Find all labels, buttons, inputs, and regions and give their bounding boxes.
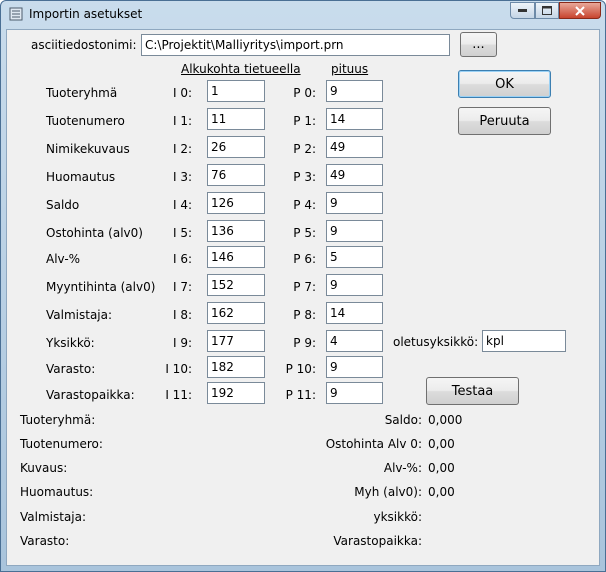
preview-value: 0,00 (428, 461, 455, 475)
length-index-label: P 11: (285, 388, 316, 402)
preview-label: Myh (alv0): (354, 485, 422, 499)
field-name-label: Saldo (46, 198, 80, 212)
length-index-label: P 10: (285, 362, 316, 376)
start-index-label: I 11: (165, 388, 192, 402)
preview-label: Ostohinta Alv 0: (325, 437, 422, 451)
preview-value: 0,000 (428, 413, 463, 427)
preview-label: Tuotenumero: (20, 437, 103, 451)
field-name-label: Nimikekuvaus (46, 142, 130, 156)
start-position-input[interactable] (207, 164, 265, 186)
start-index-label: I 9: (172, 336, 192, 350)
length-index-label: P 2: (293, 142, 316, 156)
length-input[interactable] (326, 108, 383, 130)
start-position-input[interactable] (207, 356, 265, 378)
start-position-input[interactable] (207, 382, 265, 404)
field-name-label: Yksikkö: (46, 336, 95, 350)
field-name-label: Myyntihinta (alv0) (46, 280, 156, 294)
field-name-label: Huomautus (46, 170, 116, 184)
length-input[interactable] (326, 80, 383, 102)
length-input[interactable] (326, 330, 383, 352)
start-position-input[interactable] (207, 246, 265, 268)
field-name-label: Alv-% (46, 252, 81, 266)
preview-label: yksikkö: (373, 510, 423, 524)
length-input[interactable] (326, 246, 383, 268)
start-position-input[interactable] (207, 80, 265, 102)
length-input[interactable] (326, 220, 383, 242)
ok-button[interactable]: OK (458, 70, 551, 98)
minimize-button[interactable] (510, 2, 535, 19)
length-index-label: P 4: (293, 198, 316, 212)
preview-label: Alv-%: (383, 461, 422, 475)
preview-value: 0,00 (428, 485, 455, 499)
start-index-label: I 1: (172, 114, 192, 128)
preview-label: Varasto: (20, 534, 70, 548)
length-index-label: P 8: (293, 308, 316, 322)
start-index-label: I 4: (172, 198, 192, 212)
field-name-label: Ostohinta (alv0) (46, 226, 143, 240)
preview-value: 0,00 (428, 437, 455, 451)
field-name-label: Valmistaja: (46, 308, 113, 322)
length-index-label: P 9: (293, 336, 316, 350)
field-name-label: Varasto: (46, 362, 96, 376)
start-position-input[interactable] (207, 192, 265, 214)
start-position-input[interactable] (207, 274, 265, 296)
length-index-label: P 3: (293, 170, 316, 184)
preview-label: Tuoteryhmä: (20, 413, 96, 427)
file-label: asciitiedostonimi: (31, 38, 137, 52)
preview-label: Varastopaikka: (333, 534, 422, 548)
default-unit-label: oletusyksikkö: (393, 335, 479, 349)
length-input[interactable] (326, 274, 383, 296)
length-index-label: P 7: (293, 280, 316, 294)
start-index-label: I 8: (172, 308, 192, 322)
length-index-label: P 6: (293, 252, 316, 266)
preview-label: Saldo: (384, 413, 422, 427)
start-index-label: I 2: (172, 142, 192, 156)
maximize-icon (542, 6, 552, 15)
length-input[interactable] (326, 356, 383, 378)
start-position-input[interactable] (207, 302, 265, 324)
start-index-label: I 6: (172, 252, 192, 266)
length-input[interactable] (326, 164, 383, 186)
length-index-label: P 0: (293, 86, 316, 100)
maximize-button[interactable] (535, 2, 559, 19)
close-icon (575, 5, 585, 16)
file-path-input[interactable] (141, 34, 450, 56)
preview-label: Kuvaus: (20, 461, 68, 475)
window-title: Importin asetukset (29, 7, 143, 21)
length-index-label: P 5: (293, 226, 316, 240)
test-button[interactable]: Testaa (426, 377, 519, 405)
length-column-header: pituus (331, 62, 369, 76)
default-unit-input[interactable] (482, 330, 566, 352)
title-bar[interactable]: Importin asetukset (1, 1, 605, 29)
start-position-input[interactable] (207, 136, 265, 158)
length-input[interactable] (326, 382, 383, 404)
preview-label: Huomautus: (20, 485, 94, 499)
length-input[interactable] (326, 192, 383, 214)
field-name-label: Tuotenumero (46, 114, 125, 128)
start-position-input[interactable] (207, 108, 265, 130)
start-index-label: I 0: (172, 86, 192, 100)
length-index-label: P 1: (293, 114, 316, 128)
app-icon (9, 7, 23, 21)
start-position-input[interactable] (207, 220, 265, 242)
cancel-button[interactable]: Peruuta (458, 107, 551, 135)
preview-label: Valmistaja: (20, 510, 87, 524)
field-name-label: Varastopaikka: (46, 388, 135, 402)
length-input[interactable] (326, 136, 383, 158)
browse-button[interactable]: ... (460, 32, 497, 57)
start-index-label: I 5: (172, 226, 192, 240)
field-name-label: Tuoteryhmä (46, 86, 118, 100)
start-column-header: Alkukohta tietueella (181, 62, 301, 76)
start-index-label: I 3: (172, 170, 192, 184)
start-index-label: I 10: (165, 362, 192, 376)
start-index-label: I 7: (172, 280, 192, 294)
close-button[interactable] (559, 2, 601, 19)
length-input[interactable] (326, 302, 383, 324)
start-position-input[interactable] (207, 330, 265, 352)
minimize-icon (518, 9, 527, 12)
